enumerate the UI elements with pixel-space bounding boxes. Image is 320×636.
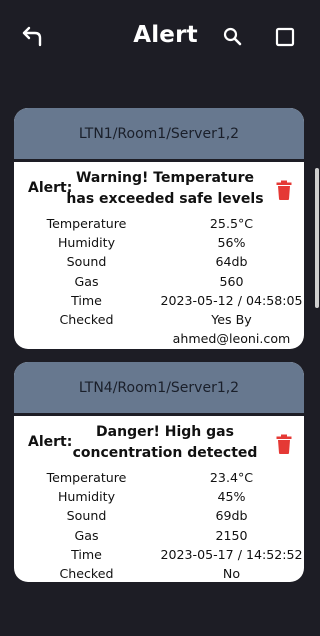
field-value: 23.4°C: [209, 470, 254, 486]
location-text: LTN4/Room1/Server1,2: [78, 379, 240, 396]
trash-icon: [276, 434, 292, 454]
checked-row: Checked No: [14, 564, 304, 582]
humidity-row: Humidity 45%: [14, 487, 304, 506]
field-label: Sound: [66, 508, 107, 524]
field-label: Time: [71, 292, 102, 308]
field-value: 25.5°C: [209, 216, 254, 232]
delete-alert-button[interactable]: [276, 434, 292, 454]
field-label: Temperature: [46, 470, 127, 486]
temperature-row: Temperature 25.5°C: [14, 214, 304, 233]
field-label: Gas: [74, 527, 99, 543]
card-location-header: LTN1/Room1/Server1,2: [14, 108, 304, 162]
humidity-row: Humidity 56%: [14, 233, 304, 252]
field-value: 64db: [215, 254, 248, 270]
location-text: LTN1/Room1/Server1,2: [78, 125, 240, 142]
time-row: Time 2023-05-17 / 14:52:52: [14, 545, 304, 564]
field-label: Checked: [59, 311, 114, 327]
sensor-readings: Temperature 23.4°C Humidity 45% Sound 69…: [14, 464, 304, 582]
gas-row: Gas 560: [14, 272, 304, 291]
page-title: Alert: [133, 22, 198, 48]
field-label: Gas: [74, 273, 99, 289]
time-row: Time 2023-05-12 / 04:58:05: [14, 291, 304, 310]
field-label: Humidity: [57, 489, 116, 505]
field-label: Humidity: [57, 235, 116, 251]
delete-alert-button[interactable]: [276, 180, 292, 200]
trash-icon: [276, 180, 292, 200]
card-location-header: LTN4/Room1/Server1,2: [14, 362, 304, 416]
top-app-bar: Alert: [0, 0, 319, 74]
field-value: 2150: [215, 527, 248, 543]
field-value: Yes By ahmed@leoni.com: [172, 311, 291, 346]
field-label: Temperature: [46, 216, 127, 232]
alert-card: LTN1/Room1/Server1,2 Alert: Warning! Tem…: [14, 108, 304, 349]
search-icon: [223, 27, 242, 46]
sound-row: Sound 69db: [14, 506, 304, 525]
field-label: Checked: [59, 566, 114, 582]
alert-row: Alert: Warning! Temperature has exceeded…: [14, 162, 304, 210]
field-label: Time: [71, 546, 102, 562]
alert-row: Alert: Danger! High gas concentration de…: [14, 416, 304, 464]
field-value: 560: [219, 273, 244, 289]
field-value: No: [222, 566, 241, 582]
sound-row: Sound 64db: [14, 252, 304, 271]
checked-row: Checked Yes By ahmed@leoni.com: [14, 310, 304, 348]
alert-card: LTN4/Room1/Server1,2 Alert: Danger! High…: [14, 362, 304, 582]
field-value: 69db: [215, 508, 248, 524]
field-value: 45%: [217, 489, 246, 505]
window-icon: [275, 27, 295, 47]
alert-message: Warning! Temperature has exceeded safe l…: [66, 170, 264, 207]
search-button[interactable]: [222, 26, 244, 48]
alert-message: Danger! High gas concentration detected: [72, 424, 258, 461]
field-label: Sound: [66, 254, 107, 270]
sensor-readings: Temperature 25.5°C Humidity 56% Sound 64…: [14, 210, 304, 348]
gas-row: Gas 2150: [14, 526, 304, 545]
field-value: 56%: [217, 235, 246, 251]
window-button[interactable]: [275, 27, 295, 47]
field-value: 2023-05-17 / 14:52:52: [160, 546, 303, 562]
temperature-row: Temperature 23.4°C: [14, 468, 304, 487]
scrollbar[interactable]: [315, 168, 319, 308]
field-value: 2023-05-12 / 04:58:05: [160, 292, 303, 308]
